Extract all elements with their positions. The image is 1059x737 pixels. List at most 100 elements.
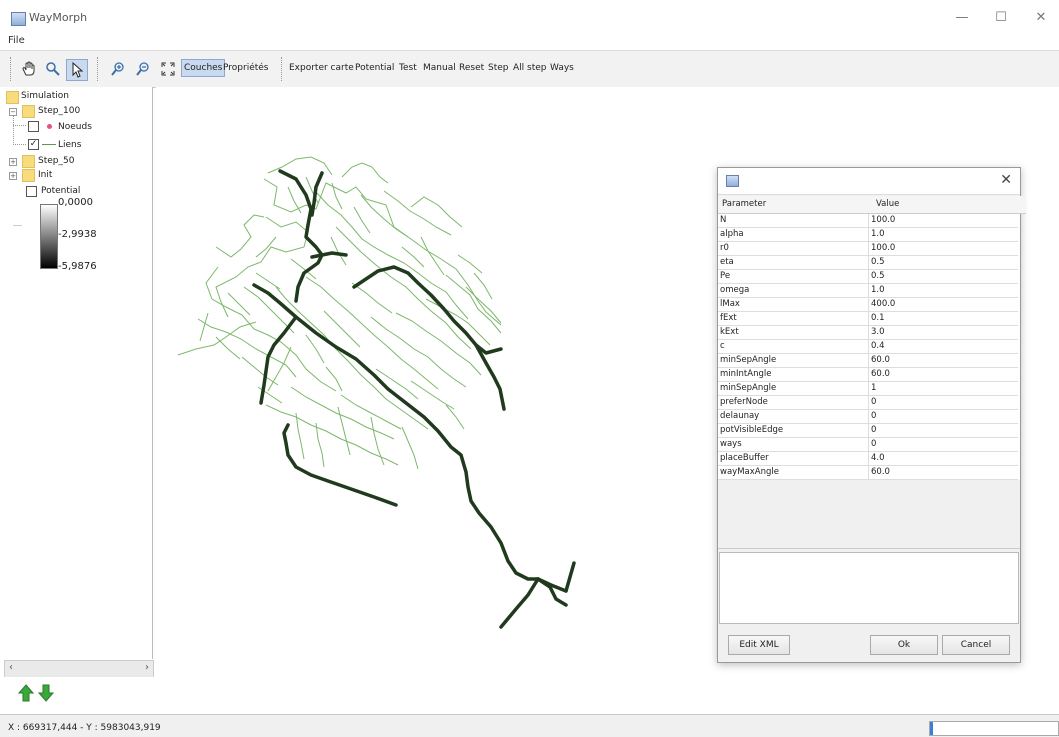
expand-icon[interactable]: +	[9, 172, 17, 180]
tree-noeuds[interactable]: Noeuds	[58, 122, 92, 132]
all-step-button[interactable]: All step	[513, 63, 547, 73]
zoom-out-icon[interactable]	[133, 59, 153, 79]
potential-button[interactable]: Potential	[355, 63, 394, 73]
table-row[interactable]: minIntAngle 60.0	[718, 368, 1020, 382]
table-row[interactable]: minSepAngle 1	[718, 382, 1020, 396]
xml-text-area[interactable]	[719, 552, 1019, 624]
menu-file[interactable]: File	[8, 35, 25, 46]
tree-step-50[interactable]: Step_50	[38, 156, 74, 166]
test-button[interactable]: Test	[399, 63, 417, 73]
table-row[interactable]: N 100.0	[718, 214, 1020, 228]
parameter-value-cell[interactable]: 1	[869, 382, 1018, 396]
tree-init[interactable]: Init	[38, 170, 52, 180]
parameter-name-cell[interactable]: fExt	[718, 312, 869, 326]
scroll-right-icon[interactable]: ›	[145, 662, 149, 673]
parameter-value-cell[interactable]: 60.0	[869, 466, 1018, 480]
table-row[interactable]: placeBuffer 4.0	[718, 452, 1020, 466]
noeuds-checkbox[interactable]	[28, 121, 39, 132]
parameter-name-cell[interactable]: delaunay	[718, 410, 869, 424]
parameter-name-cell[interactable]: c	[718, 340, 869, 354]
parameter-name-cell[interactable]: wayMaxAngle	[718, 466, 869, 480]
zoom-icon[interactable]	[42, 59, 64, 79]
parameter-name-cell[interactable]: eta	[718, 256, 869, 270]
table-row[interactable]: lMax 400.0	[718, 298, 1020, 312]
parameter-value-cell[interactable]: 4.0	[869, 452, 1018, 466]
parameter-value-cell[interactable]: 0	[869, 396, 1018, 410]
potential-checkbox[interactable]	[26, 186, 37, 197]
parameter-name-cell[interactable]: lMax	[718, 298, 869, 312]
parameter-name-cell[interactable]: potVisibleEdge	[718, 424, 869, 438]
parameter-name-cell[interactable]: minSepAngle	[718, 354, 869, 368]
reset-button[interactable]: Reset	[459, 63, 484, 73]
maximize-button[interactable]: ☐	[990, 8, 1012, 28]
table-row[interactable]: c 0.4	[718, 340, 1020, 354]
table-row[interactable]: potVisibleEdge 0	[718, 424, 1020, 438]
minimize-button[interactable]: —	[951, 8, 973, 28]
pan-hand-icon[interactable]	[17, 59, 41, 79]
table-row[interactable]: alpha 1.0	[718, 228, 1020, 242]
move-up-arrow-icon[interactable]	[18, 684, 34, 702]
parameter-value-cell[interactable]: 1.0	[869, 284, 1018, 298]
scroll-left-icon[interactable]: ‹	[9, 662, 13, 673]
sidebar-horizontal-scrollbar[interactable]: ‹ ›	[4, 660, 154, 678]
table-row[interactable]: wayMaxAngle 60.0	[718, 466, 1020, 480]
zoom-in-icon[interactable]	[108, 59, 128, 79]
tree-liens[interactable]: Liens	[58, 140, 81, 150]
parameter-value-cell[interactable]: 100.0	[869, 214, 1018, 228]
ways-button[interactable]: Ways	[550, 63, 574, 73]
parameter-name-cell[interactable]: N	[718, 214, 869, 228]
parameter-value-cell[interactable]: 3.0	[869, 326, 1018, 340]
table-row[interactable]: kExt 3.0	[718, 326, 1020, 340]
close-button[interactable]: ✕	[1030, 8, 1052, 28]
parameter-name-cell[interactable]: minSepAngle	[718, 382, 869, 396]
table-row[interactable]: eta 0.5	[718, 256, 1020, 270]
parameter-value-cell[interactable]: 100.0	[869, 242, 1018, 256]
tree-simulation[interactable]: Simulation	[21, 91, 69, 101]
table-row[interactable]: Pe 0.5	[718, 270, 1020, 284]
parameter-name-cell[interactable]: Pe	[718, 270, 869, 284]
liens-checkbox[interactable]: ✓	[28, 139, 39, 150]
dialog-close-icon[interactable]: ✕	[1000, 172, 1012, 188]
step-button[interactable]: Step	[488, 63, 509, 73]
select-arrow-icon[interactable]	[66, 59, 88, 81]
parameter-value-cell[interactable]: 0.1	[869, 312, 1018, 326]
parameter-name-cell[interactable]: kExt	[718, 326, 869, 340]
parameter-value-cell[interactable]: 0	[869, 410, 1018, 424]
parameter-value-cell[interactable]: 0.5	[869, 270, 1018, 284]
table-row[interactable]: r0 100.0	[718, 242, 1020, 256]
exporter-carte-button[interactable]: Exporter carte	[289, 63, 354, 73]
parameter-value-cell[interactable]: 0	[869, 438, 1018, 452]
edit-xml-button[interactable]: Edit XML	[728, 635, 790, 655]
parameter-value-cell[interactable]: 60.0	[869, 368, 1018, 382]
parameter-value-cell[interactable]: 400.0	[869, 298, 1018, 312]
parameter-value-cell[interactable]: 0	[869, 424, 1018, 438]
column-header-parameter[interactable]: Parameter	[718, 196, 871, 214]
tree-step-100[interactable]: Step_100	[38, 106, 80, 116]
parameter-name-cell[interactable]: preferNode	[718, 396, 869, 410]
table-row[interactable]: minSepAngle 60.0	[718, 354, 1020, 368]
tree-potential[interactable]: Potential	[41, 186, 80, 196]
parameter-name-cell[interactable]: ways	[718, 438, 869, 452]
column-header-value[interactable]: Value	[870, 196, 1026, 214]
couches-button[interactable]: Couches	[181, 59, 226, 77]
parameter-value-cell[interactable]: 0.4	[869, 340, 1018, 354]
parameter-name-cell[interactable]: omega	[718, 284, 869, 298]
parameter-name-cell[interactable]: minIntAngle	[718, 368, 869, 382]
table-row[interactable]: omega 1.0	[718, 284, 1020, 298]
parameter-value-cell[interactable]: 1.0	[869, 228, 1018, 242]
parameter-name-cell[interactable]: placeBuffer	[718, 452, 869, 466]
ok-button[interactable]: Ok	[870, 635, 938, 655]
table-row[interactable]: preferNode 0	[718, 396, 1020, 410]
zoom-extent-icon[interactable]	[158, 59, 178, 79]
parameter-name-cell[interactable]: r0	[718, 242, 869, 256]
table-row[interactable]: delaunay 0	[718, 410, 1020, 424]
proprietes-button[interactable]: Propriétés	[223, 63, 268, 73]
cancel-button[interactable]: Cancel	[942, 635, 1010, 655]
move-down-arrow-icon[interactable]	[38, 684, 54, 702]
parameter-value-cell[interactable]: 60.0	[869, 354, 1018, 368]
parameter-name-cell[interactable]: alpha	[718, 228, 869, 242]
table-row[interactable]: fExt 0.1	[718, 312, 1020, 326]
table-row[interactable]: ways 0	[718, 438, 1020, 452]
expand-icon[interactable]: +	[9, 158, 17, 166]
manual-button[interactable]: Manual	[423, 63, 456, 73]
